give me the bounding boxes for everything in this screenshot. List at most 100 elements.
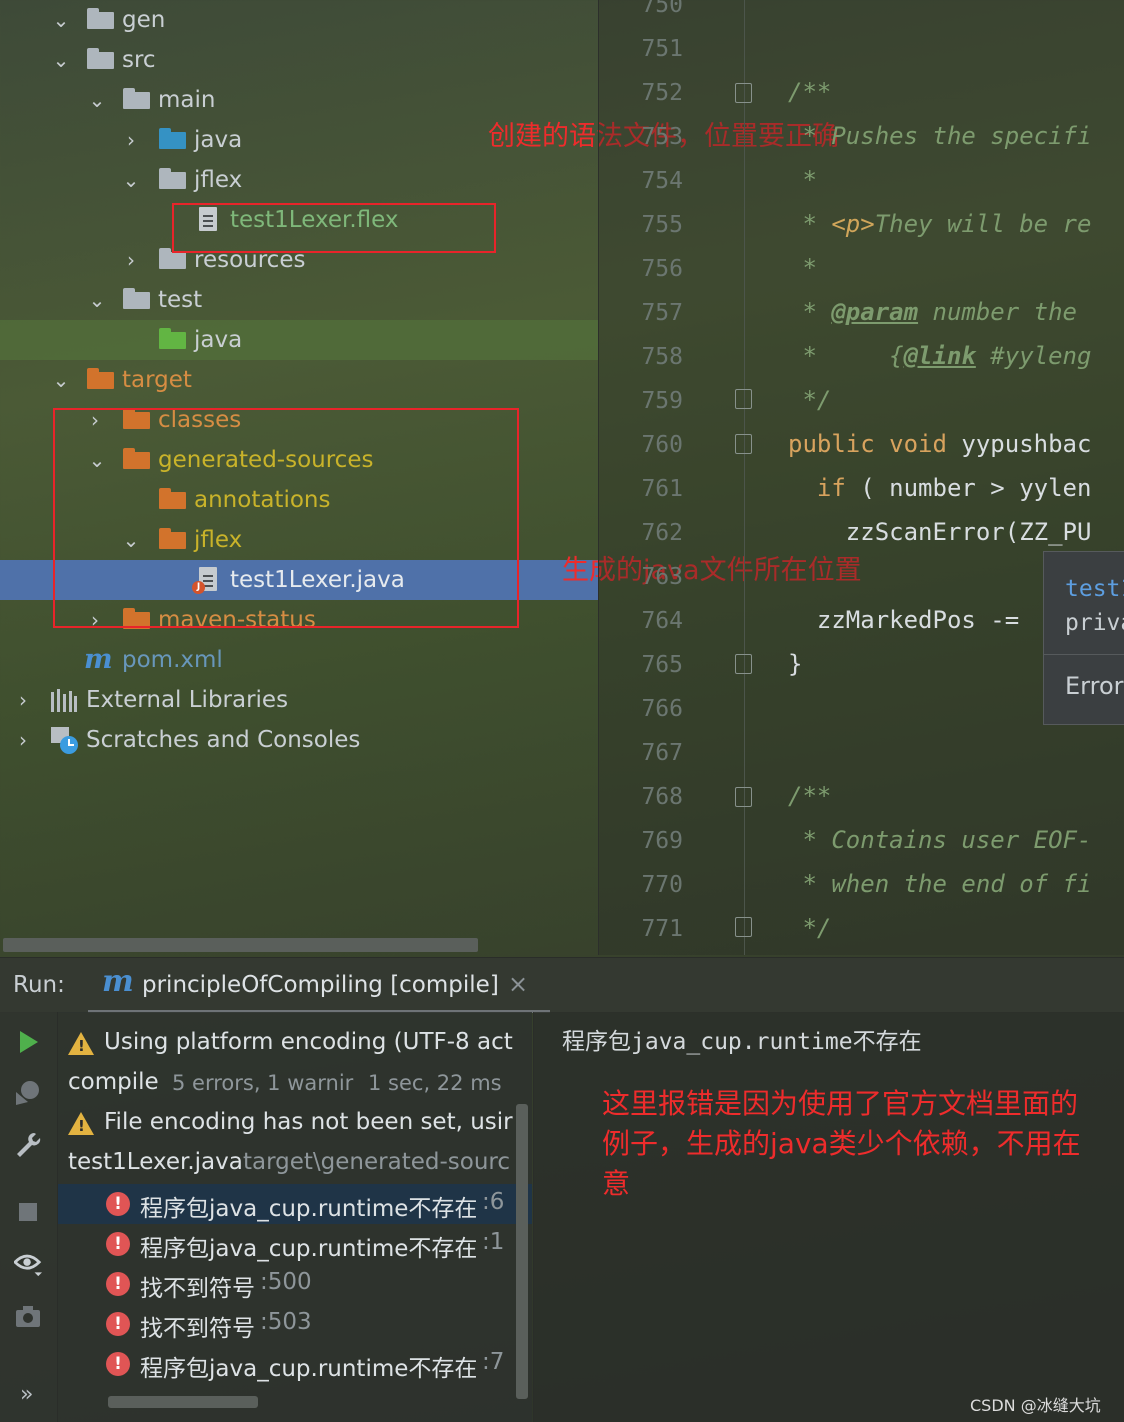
chevron-right-icon[interactable]: › xyxy=(14,690,32,710)
tree-label: generated-sources xyxy=(158,447,374,473)
tree-item-external-libraries[interactable]: › External Libraries xyxy=(0,680,598,720)
more-icon[interactable]: » xyxy=(20,1382,33,1407)
tree-item-test[interactable]: ⌄ test xyxy=(0,280,598,320)
code-line: } xyxy=(788,650,803,678)
line-number: 759 xyxy=(641,388,683,414)
tree-item-test1lexer-flex[interactable]: test1Lexer.flex xyxy=(0,200,598,240)
build-row-error[interactable]: ! 找不到符号 :500 xyxy=(58,1264,532,1304)
tree-item-jflex[interactable]: ⌄ jflex xyxy=(0,160,598,200)
line-number: 757 xyxy=(641,300,683,326)
code-comment: * xyxy=(788,210,832,238)
tree-label: classes xyxy=(158,407,242,433)
wrench-icon[interactable] xyxy=(14,1130,42,1158)
build-row-error[interactable]: ! 找不到符号 :503 xyxy=(58,1304,532,1344)
tree-item-target[interactable]: ⌄ target xyxy=(0,360,598,400)
tree-item-test1lexer-java[interactable]: J test1Lexer.java xyxy=(0,560,598,600)
resources-folder-icon xyxy=(159,248,186,269)
eye-icon[interactable] xyxy=(14,1250,42,1278)
chevron-down-icon[interactable]: ⌄ xyxy=(122,530,140,550)
debug-icon[interactable] xyxy=(14,1078,42,1106)
code-line: zzScanError(ZZ_PU xyxy=(788,518,1092,546)
chevron-right-icon[interactable]: › xyxy=(86,610,104,630)
output-horizontal-scrollbar[interactable] xyxy=(108,1396,258,1408)
build-row-error[interactable]: ! 程序包java_cup.runtime不存在 :7 xyxy=(58,1344,532,1384)
tree-label: gen xyxy=(122,7,166,33)
code-keyword: if xyxy=(788,474,846,502)
fold-marker-icon[interactable] xyxy=(735,654,752,674)
chevron-right-icon[interactable]: › xyxy=(14,730,32,750)
close-icon[interactable]: × xyxy=(508,970,528,998)
chevron-down-icon[interactable]: ⌄ xyxy=(88,90,106,110)
build-row-error[interactable]: ! 程序包java_cup.runtime不存在 :6 xyxy=(58,1184,532,1224)
warning-icon xyxy=(68,1032,94,1055)
excluded-folder-icon xyxy=(159,528,186,549)
chevron-down-icon[interactable]: ⌄ xyxy=(52,10,70,30)
tree-item-scratches[interactable]: › Scratches and Consoles xyxy=(0,720,598,760)
line-number: 766 xyxy=(641,696,683,722)
code-comment: They will be re xyxy=(874,210,1092,238)
chevron-down-icon[interactable]: ⌄ xyxy=(88,450,106,470)
tree-item-resources[interactable]: › resources xyxy=(0,240,598,280)
build-row-error[interactable]: ! 程序包java_cup.runtime不存在 :1 xyxy=(58,1224,532,1264)
stop-icon[interactable] xyxy=(14,1198,42,1226)
chevron-down-icon[interactable]: ⌄ xyxy=(122,170,140,190)
build-output-tree[interactable]: Using platform encoding (UTF-8 act compi… xyxy=(58,1012,532,1422)
chevron-down-icon[interactable]: ⌄ xyxy=(52,370,70,390)
line-number: 758 xyxy=(641,344,683,370)
run-toolbar: Run: m principleOfCompiling [compile] × xyxy=(0,957,1124,1013)
tree-item-test-java[interactable]: java xyxy=(0,320,598,360)
build-row-warning[interactable]: File encoding has not been set, usir xyxy=(58,1104,532,1144)
code-comment: * xyxy=(788,298,832,326)
fold-marker-icon[interactable] xyxy=(735,83,752,103)
code-line: /** xyxy=(788,782,832,810)
error-icon: ! xyxy=(106,1192,130,1216)
build-row-warning[interactable]: Using platform encoding (UTF-8 act xyxy=(58,1024,532,1064)
fold-marker-icon[interactable] xyxy=(735,787,752,807)
run-side-toolbar: » xyxy=(0,1012,58,1422)
tree-item-annotations[interactable]: annotations xyxy=(0,480,598,520)
test-folder-icon xyxy=(159,328,186,349)
tree-item-gen[interactable]: ⌄ gen xyxy=(0,0,598,40)
tree-item-src[interactable]: ⌄ src xyxy=(0,40,598,80)
fold-marker-icon[interactable] xyxy=(735,389,752,409)
code-keyword: public void xyxy=(788,430,962,458)
chevron-right-icon[interactable]: › xyxy=(122,250,140,270)
build-row-location: :1 xyxy=(482,1229,505,1255)
fold-marker-icon[interactable] xyxy=(735,917,752,937)
tree-item-generated-sources[interactable]: ⌄ generated-sources xyxy=(0,440,598,480)
code-line: public void yypushbac xyxy=(788,430,1091,458)
folder-icon xyxy=(123,288,150,309)
build-row-location: :500 xyxy=(260,1269,312,1295)
chevron-right-icon[interactable]: › xyxy=(86,410,104,430)
line-number: 765 xyxy=(641,652,683,678)
camera-icon[interactable] xyxy=(14,1302,42,1330)
tree-item-target-jflex[interactable]: ⌄ jflex xyxy=(0,520,598,560)
build-row-text: Using platform encoding (UTF-8 act xyxy=(104,1029,513,1055)
tree-item-maven-status[interactable]: › maven-status xyxy=(0,600,598,640)
tree-horizontal-scrollbar[interactable] xyxy=(3,938,478,952)
tree-item-pom-xml[interactable]: m pom.xml xyxy=(0,640,598,680)
run-label: Run: xyxy=(13,972,65,998)
text-file-icon xyxy=(199,207,217,231)
build-row-duration: 1 sec, 22 ms xyxy=(368,1071,502,1095)
fold-marker-icon[interactable] xyxy=(735,434,752,454)
build-row-compile[interactable]: compile 5 errors, 1 warnir 1 sec, 22 ms xyxy=(58,1064,532,1104)
build-row-text: File encoding has not been set, usir xyxy=(104,1109,513,1135)
code-editor[interactable]: 750 751 752 753 754 755 756 757 758 759 … xyxy=(598,0,1124,955)
tree-label: resources xyxy=(194,247,306,273)
output-vertical-scrollbar[interactable] xyxy=(516,1104,528,1399)
line-number: 771 xyxy=(641,916,683,942)
tree-item-classes[interactable]: › classes xyxy=(0,400,598,440)
rerun-icon[interactable] xyxy=(14,1028,42,1056)
error-tooltip-popup[interactable]: test1 priva Error xyxy=(1043,551,1124,725)
chevron-down-icon[interactable]: ⌄ xyxy=(52,50,70,70)
build-row-path: target\generated-sourc xyxy=(243,1149,511,1175)
chevron-right-icon[interactable]: › xyxy=(122,130,140,150)
run-tab[interactable]: m principleOfCompiling [compile] × xyxy=(88,958,550,1013)
build-message: 程序包java_cup.runtime不存在 xyxy=(562,1022,922,1056)
code-comment: number the xyxy=(918,298,1078,326)
excluded-folder-icon xyxy=(123,408,150,429)
chevron-down-icon[interactable]: ⌄ xyxy=(88,290,106,310)
build-row-file[interactable]: test1Lexer.java target\generated-sourc xyxy=(58,1144,532,1184)
code-line: * Pushes the specifi xyxy=(788,122,1092,150)
